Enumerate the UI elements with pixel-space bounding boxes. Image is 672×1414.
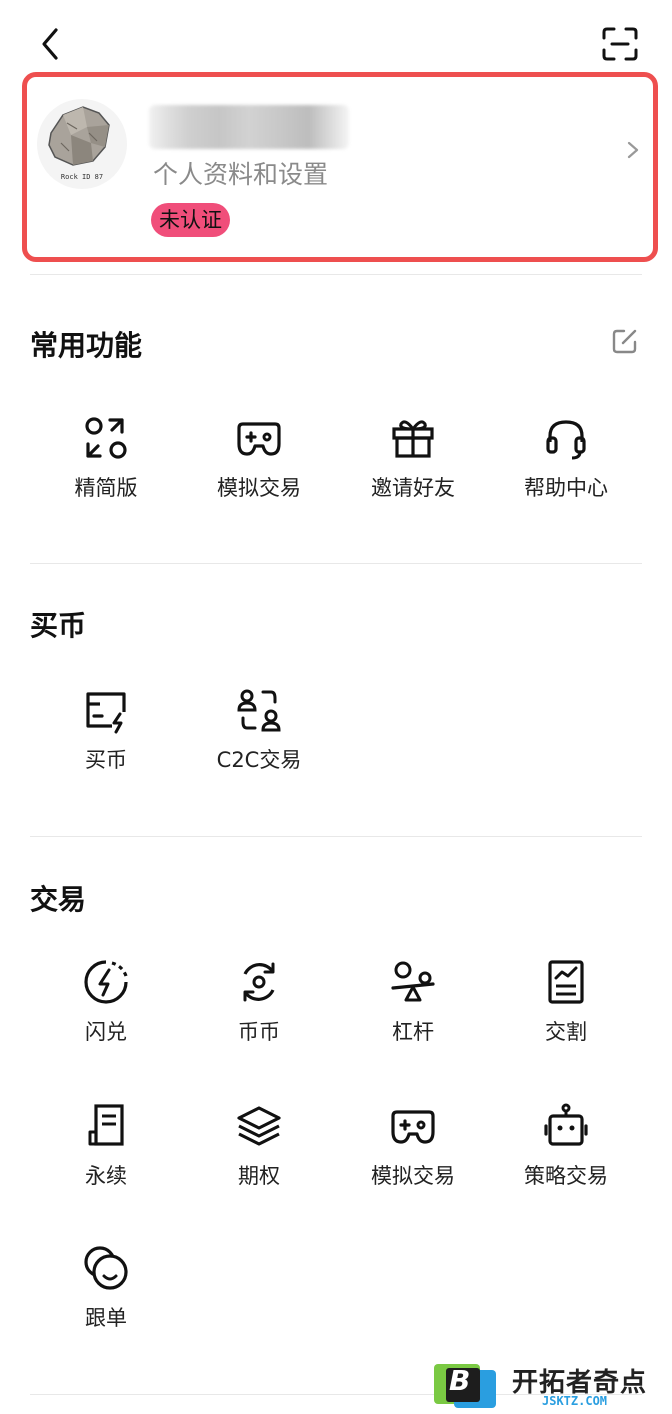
section-title-buy: 买币 bbox=[30, 609, 87, 642]
lite-mode-icon bbox=[85, 417, 127, 459]
chevron-right-icon bbox=[627, 141, 639, 159]
menu-item-label: 帮助中心 bbox=[524, 476, 608, 500]
divider bbox=[30, 563, 642, 564]
menu-item-label: 模拟交易 bbox=[371, 1164, 455, 1188]
menu-item-demo-trading[interactable]: 模拟交易 bbox=[184, 414, 334, 502]
card-flash-icon bbox=[86, 692, 126, 734]
menu-item-label: 交割 bbox=[545, 1020, 587, 1044]
coin-exchange-icon bbox=[243, 962, 275, 1002]
menu-item-invite[interactable]: 邀请好友 bbox=[338, 414, 488, 502]
profile-card[interactable]: Rock ID 87 个人资料和设置 未认证 bbox=[22, 72, 658, 262]
section-title-common: 常用功能 bbox=[30, 329, 143, 362]
menu-item-label: 买币 bbox=[85, 748, 127, 772]
menu-item-margin[interactable]: 杠杆 bbox=[338, 958, 488, 1046]
flash-swap-icon bbox=[84, 960, 128, 1004]
headset-icon bbox=[546, 420, 586, 460]
delivery-doc-icon bbox=[548, 960, 584, 1004]
robot-icon bbox=[544, 1103, 588, 1146]
divider bbox=[30, 836, 642, 837]
menu-item-c2c[interactable]: C2C交易 bbox=[184, 686, 334, 774]
copy-trade-icon bbox=[84, 1246, 128, 1290]
gamepad-icon bbox=[391, 1110, 435, 1144]
menu-item-label: 精简版 bbox=[74, 476, 138, 500]
divider bbox=[30, 274, 642, 275]
watermark-logo-letter: B bbox=[449, 1364, 471, 1397]
menu-item-perpetual[interactable]: 永续 bbox=[31, 1102, 181, 1190]
perpetual-doc-icon bbox=[88, 1104, 124, 1146]
watermark: B 开拓者奇点 JSKTZ.COM bbox=[432, 1358, 672, 1414]
menu-item-label: 跟单 bbox=[85, 1306, 127, 1330]
menu-item-label: 期权 bbox=[238, 1164, 280, 1188]
menu-item-label: 邀请好友 bbox=[371, 476, 455, 500]
section-title-trade: 交易 bbox=[30, 883, 87, 916]
menu-item-label: 永续 bbox=[85, 1164, 127, 1188]
menu-item-copy-trading[interactable]: 跟单 bbox=[31, 1244, 181, 1332]
menu-item-label: 闪兑 bbox=[85, 1020, 127, 1044]
top-bar bbox=[0, 0, 672, 80]
profile-subtitle: 个人资料和设置 bbox=[153, 160, 329, 189]
menu-item-demo-trading-2[interactable]: 模拟交易 bbox=[338, 1102, 488, 1190]
menu-item-buy-crypto[interactable]: 买币 bbox=[31, 686, 181, 774]
scan-icon[interactable] bbox=[600, 26, 640, 62]
avatar[interactable]: Rock ID 87 bbox=[37, 99, 127, 189]
menu-item-help[interactable]: 帮助中心 bbox=[491, 414, 641, 502]
menu-item-options[interactable]: 期权 bbox=[184, 1102, 334, 1190]
edit-icon[interactable] bbox=[610, 326, 640, 356]
menu-item-lite[interactable]: 精简版 bbox=[31, 414, 181, 502]
avatar-caption: Rock ID 87 bbox=[60, 173, 104, 181]
menu-item-bot-trading[interactable]: 策略交易 bbox=[491, 1102, 641, 1190]
back-arrow-icon[interactable] bbox=[36, 24, 68, 64]
gamepad-icon bbox=[237, 422, 281, 456]
menu-item-label: 策略交易 bbox=[524, 1164, 608, 1188]
menu-item-flash-swap[interactable]: 闪兑 bbox=[31, 958, 181, 1046]
menu-item-label: 币币 bbox=[238, 1020, 280, 1044]
menu-item-label: 杠杆 bbox=[392, 1020, 434, 1044]
c2c-users-icon bbox=[237, 689, 281, 732]
menu-item-label: C2C交易 bbox=[216, 748, 302, 772]
leverage-icon bbox=[391, 961, 435, 1002]
status-badge: 未认证 bbox=[151, 203, 230, 237]
menu-item-label: 模拟交易 bbox=[217, 476, 301, 500]
gift-icon bbox=[392, 420, 434, 458]
username-blurred bbox=[149, 105, 349, 149]
menu-item-futures-delivery[interactable]: 交割 bbox=[491, 958, 641, 1046]
layers-icon bbox=[237, 1106, 281, 1146]
menu-item-spot[interactable]: 币币 bbox=[184, 958, 334, 1046]
watermark-subtext: JSKTZ.COM bbox=[542, 1394, 608, 1408]
